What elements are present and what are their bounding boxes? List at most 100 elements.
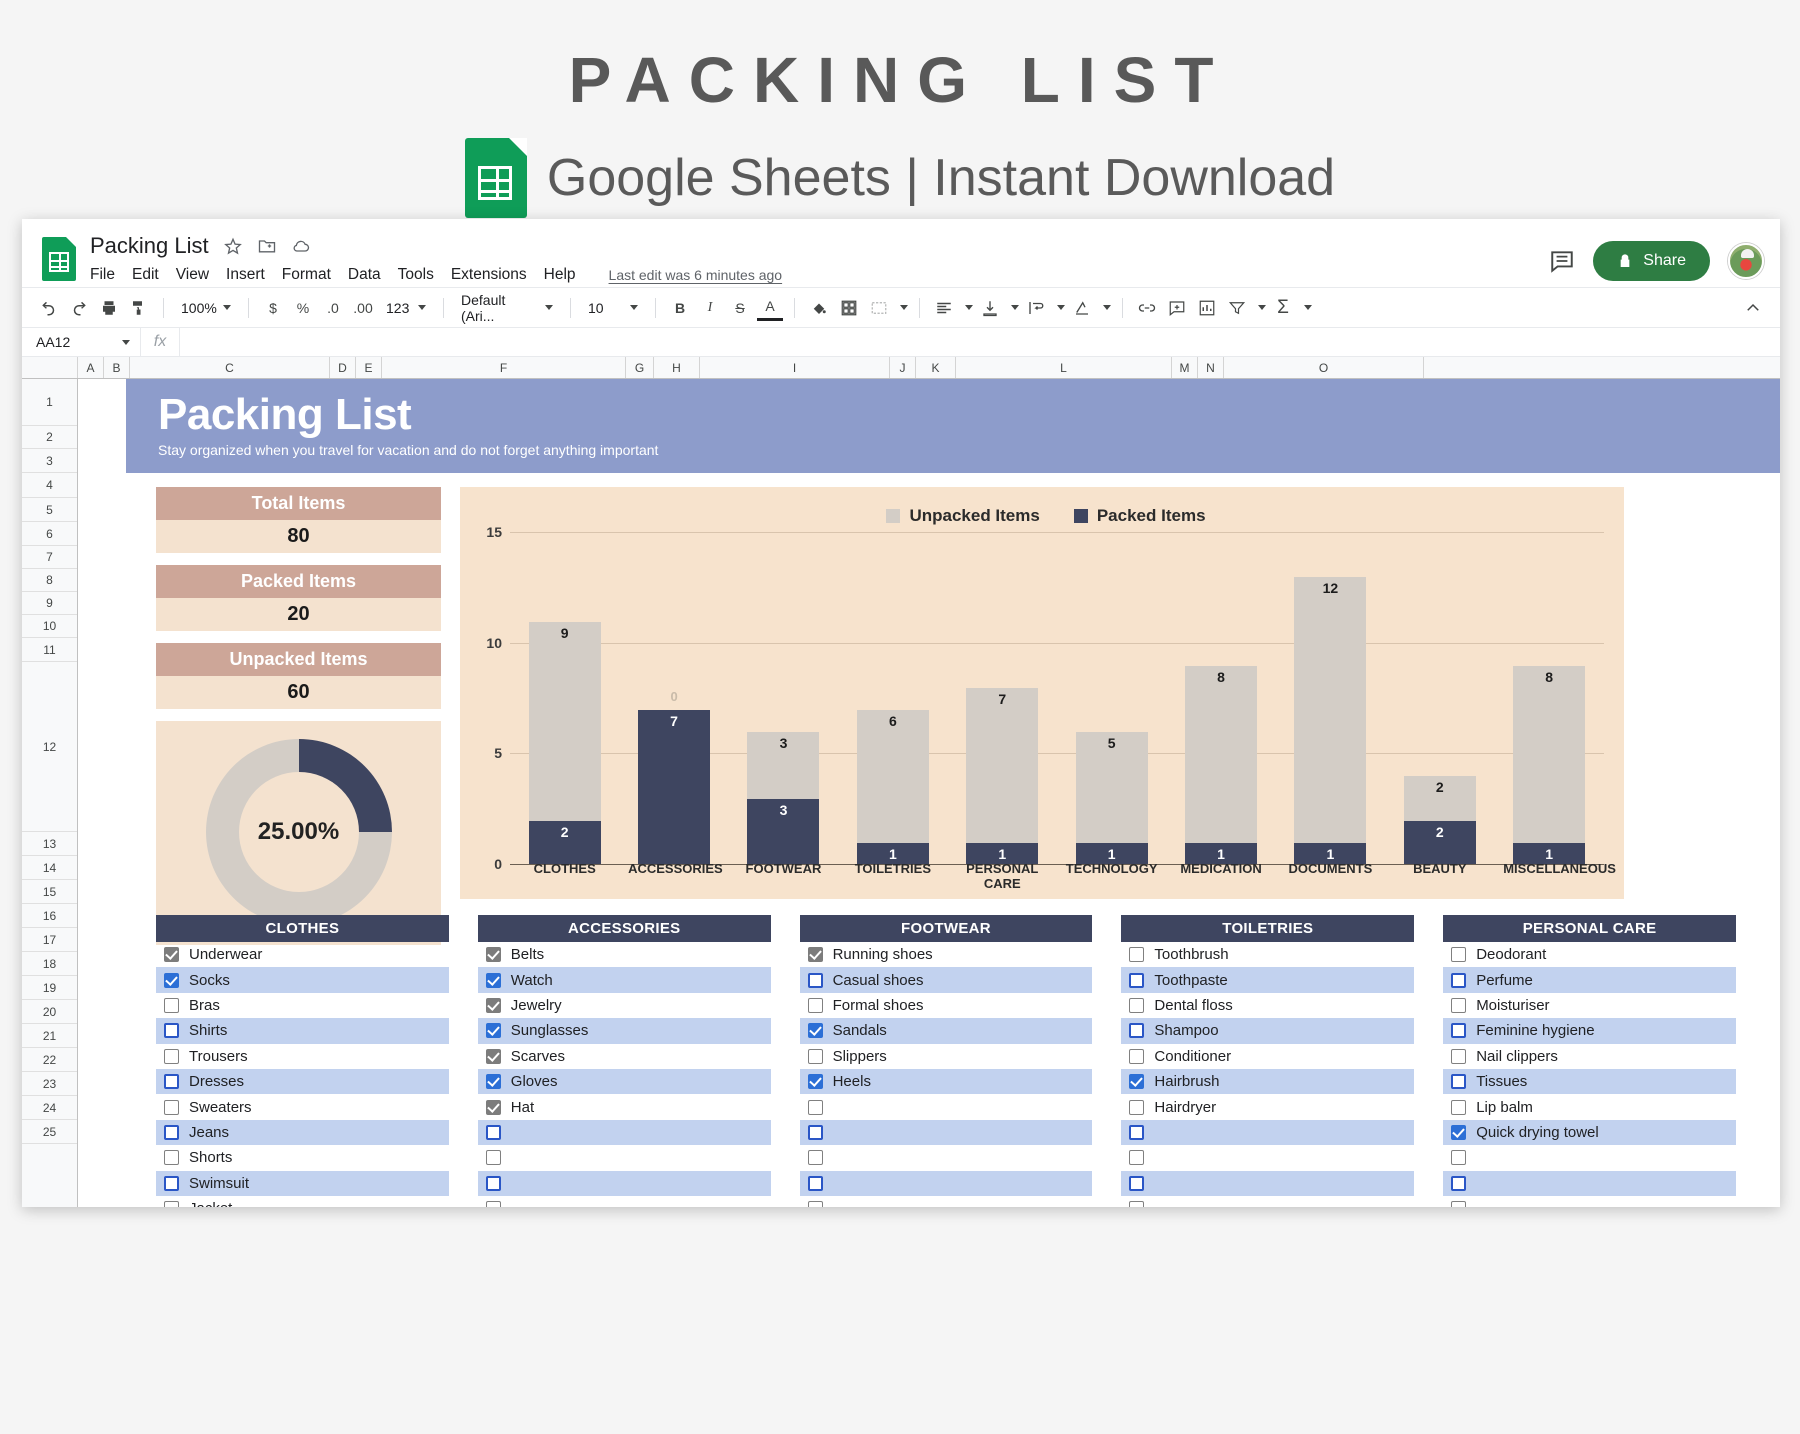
horizontal-align-icon[interactable] xyxy=(931,295,957,321)
checklist-item[interactable] xyxy=(1121,1145,1414,1170)
row-header-19[interactable]: 19 xyxy=(22,976,77,1000)
checklist-item[interactable] xyxy=(1121,1170,1415,1196)
checkbox-icon[interactable] xyxy=(485,1023,501,1039)
row-header-15[interactable]: 15 xyxy=(22,880,77,904)
checklist-item[interactable]: Jacket xyxy=(156,1196,449,1207)
currency-format-icon[interactable]: $ xyxy=(260,295,286,321)
menu-file[interactable]: File xyxy=(90,266,115,284)
checklist-item[interactable]: Slippers xyxy=(800,1044,1093,1069)
checkbox-icon[interactable] xyxy=(164,1201,179,1207)
row-header-24[interactable]: 24 xyxy=(22,1096,77,1120)
checkbox-icon[interactable] xyxy=(1129,1023,1145,1039)
filter-icon[interactable] xyxy=(1224,295,1250,321)
checklist-item[interactable]: Watch xyxy=(477,967,771,993)
checkbox-icon[interactable] xyxy=(164,1023,179,1039)
zoom-selector[interactable]: 100% xyxy=(175,295,237,321)
menu-data[interactable]: Data xyxy=(348,266,381,284)
checkbox-icon[interactable] xyxy=(807,1175,823,1191)
row-header-10[interactable]: 10 xyxy=(22,615,77,638)
checklist-item[interactable] xyxy=(1443,1170,1736,1196)
last-edit-status[interactable]: Last edit was 6 minutes ago xyxy=(609,267,783,283)
checkbox-icon[interactable] xyxy=(485,947,501,963)
checkbox-icon[interactable] xyxy=(485,1099,501,1115)
checklist-item[interactable]: Conditioner xyxy=(1121,1044,1414,1069)
checkbox-icon[interactable] xyxy=(485,1074,501,1090)
row-header-18[interactable]: 18 xyxy=(22,952,77,976)
menu-help[interactable]: Help xyxy=(544,266,576,284)
insert-comment-icon[interactable] xyxy=(1164,295,1190,321)
checklist-item[interactable]: Bras xyxy=(156,993,449,1018)
vertical-align-icon[interactable] xyxy=(977,295,1003,321)
select-all-corner[interactable] xyxy=(22,357,78,378)
row-header-1[interactable]: 1 xyxy=(22,379,77,426)
name-box[interactable]: AA12 xyxy=(22,334,140,350)
undo-icon[interactable] xyxy=(36,295,62,321)
row-header-3[interactable]: 3 xyxy=(22,449,77,473)
merge-cells-icon[interactable] xyxy=(866,295,892,321)
row-header-23[interactable]: 23 xyxy=(22,1072,77,1096)
checklist-item[interactable] xyxy=(800,1196,1093,1207)
paint-format-icon[interactable] xyxy=(126,295,152,321)
checkbox-icon[interactable] xyxy=(1451,1124,1467,1140)
column-header-e[interactable]: E xyxy=(356,357,382,378)
comment-history-icon[interactable] xyxy=(1549,248,1575,274)
checkbox-icon[interactable] xyxy=(164,1124,179,1140)
insert-chart-icon[interactable] xyxy=(1194,295,1220,321)
bold-icon[interactable]: B xyxy=(667,295,693,321)
checkbox-icon[interactable] xyxy=(1129,997,1145,1013)
checklist-item[interactable]: Belts xyxy=(478,942,771,967)
checkbox-icon[interactable] xyxy=(164,1175,179,1191)
checklist-item[interactable] xyxy=(799,1119,1093,1146)
row-header-16[interactable]: 16 xyxy=(22,904,77,928)
column-header-m[interactable]: M xyxy=(1172,357,1198,378)
font-size-selector[interactable]: 10 xyxy=(582,295,644,321)
redo-icon[interactable] xyxy=(66,295,92,321)
row-header-2[interactable]: 2 xyxy=(22,426,77,449)
checklist-item[interactable] xyxy=(800,1145,1093,1170)
collapse-toolbar-icon[interactable] xyxy=(1740,295,1766,321)
row-header-11[interactable]: 11 xyxy=(22,638,77,662)
checklist-item[interactable] xyxy=(800,1094,1093,1119)
checklist-item[interactable]: Formal shoes xyxy=(800,993,1093,1018)
checkbox-icon[interactable] xyxy=(1129,972,1145,988)
checkbox-icon[interactable] xyxy=(164,1074,179,1090)
column-header-d[interactable]: D xyxy=(330,357,356,378)
checklist-item[interactable] xyxy=(478,1196,771,1207)
checkbox-icon[interactable] xyxy=(485,1175,501,1191)
column-header-k[interactable]: K xyxy=(916,357,956,378)
checkbox-icon[interactable] xyxy=(807,1023,823,1039)
checklist-item[interactable] xyxy=(478,1145,771,1170)
checklist-item[interactable]: Tissues xyxy=(1443,1068,1736,1095)
checkbox-icon[interactable] xyxy=(1129,1175,1145,1191)
row-header-4[interactable]: 4 xyxy=(22,473,77,498)
text-color-icon[interactable]: A xyxy=(757,295,783,321)
column-header-j[interactable]: J xyxy=(890,357,916,378)
checkbox-icon[interactable] xyxy=(807,1201,823,1207)
checkbox-icon[interactable] xyxy=(485,1048,501,1064)
percent-format-icon[interactable]: % xyxy=(290,295,316,321)
checklist-item[interactable]: Hairdryer xyxy=(1121,1094,1414,1119)
checklist-item[interactable] xyxy=(1443,1145,1736,1170)
checkbox-icon[interactable] xyxy=(807,997,823,1013)
checklist-item[interactable]: Quick drying towel xyxy=(1443,1119,1736,1146)
checklist-item[interactable]: Jewelry xyxy=(478,993,771,1018)
checklist-item[interactable]: Shorts xyxy=(156,1145,449,1170)
sheets-app-icon[interactable] xyxy=(42,237,76,281)
checklist-item[interactable]: Sandals xyxy=(799,1018,1093,1044)
checkbox-icon[interactable] xyxy=(807,1048,823,1064)
checklist-item[interactable]: Dental floss xyxy=(1121,993,1414,1018)
document-title[interactable]: Packing List xyxy=(90,233,209,259)
italic-icon[interactable]: I xyxy=(697,295,723,321)
checklist-item[interactable]: Socks xyxy=(156,967,449,993)
checkbox-icon[interactable] xyxy=(1451,947,1467,963)
menu-view[interactable]: View xyxy=(176,266,209,284)
checklist-item[interactable]: Trousers xyxy=(156,1044,449,1069)
checklist-item[interactable]: Shampoo xyxy=(1121,1018,1415,1044)
functions-icon[interactable]: Σ xyxy=(1270,295,1296,321)
column-header-h[interactable]: H xyxy=(654,357,700,378)
user-avatar[interactable] xyxy=(1728,243,1764,279)
column-header-o[interactable]: O xyxy=(1224,357,1424,378)
borders-icon[interactable] xyxy=(836,295,862,321)
checklist-item[interactable]: Underwear xyxy=(156,942,449,967)
row-header-5[interactable]: 5 xyxy=(22,498,77,522)
